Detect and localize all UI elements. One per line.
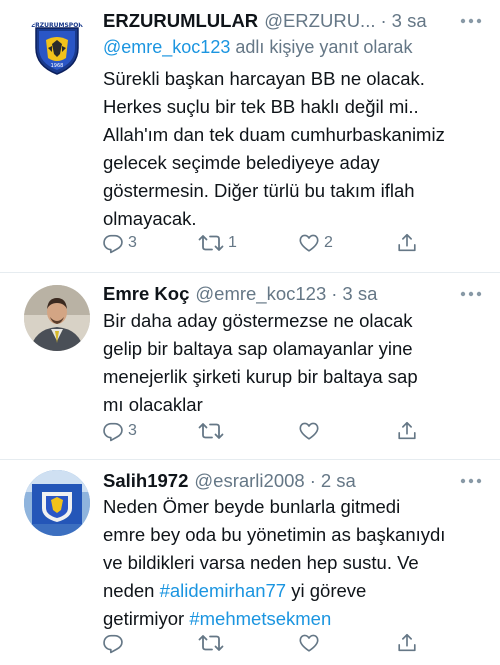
- tweet-line: olmayacak.: [103, 208, 197, 229]
- like-icon: [298, 632, 320, 654]
- retweet-icon: [198, 632, 224, 654]
- like-icon: [298, 232, 320, 254]
- share-icon: [396, 420, 418, 442]
- tweet-header: Emre Koç @emre_koc123 · 3 sa: [103, 281, 488, 307]
- like-icon: [298, 420, 320, 442]
- share-button[interactable]: [396, 631, 418, 655]
- more-icon[interactable]: [454, 281, 488, 307]
- profile-photo: [24, 470, 90, 536]
- user-handle[interactable]: @emre_koc123: [195, 283, 326, 305]
- like-button[interactable]: [298, 419, 324, 443]
- like-button[interactable]: 2: [298, 231, 333, 255]
- tweet-text-part: neden: [103, 580, 160, 601]
- tweet-text: Bir daha aday göstermezse ne olacak geli…: [103, 307, 493, 419]
- reply-button[interactable]: 3: [102, 231, 137, 255]
- tweet-line: Neden Ömer beyde bunlarla gitmedi: [103, 496, 401, 517]
- replying-to: @emre_koc123 adlı kişiye yanıt olarak: [103, 37, 412, 58]
- logo-text: ERZURUMSPOR: [31, 22, 83, 29]
- tweet-text-part: yi göreve: [286, 580, 367, 601]
- separator-dot: ·: [309, 470, 316, 491]
- avatar[interactable]: [24, 285, 90, 351]
- erzurumspor-logo: ERZURUMSPOR 1968: [24, 14, 90, 80]
- tweet-text: Neden Ömer beyde bunlarla gitmedi emre b…: [103, 493, 493, 633]
- retweet-icon: [198, 420, 224, 442]
- reply-mention-link[interactable]: @emre_koc123: [103, 37, 230, 57]
- tweet-actions: 3 1 2: [102, 231, 432, 255]
- tweet-salih1972[interactable]: Salih1972 @esrarli2008 · 2 sa Neden Ömer…: [0, 460, 500, 665]
- share-icon: [396, 632, 418, 654]
- retweet-button[interactable]: 1: [198, 231, 237, 255]
- tweet-header: ERZURUMLULAR @ERZURU... · 3 sa: [103, 8, 488, 34]
- share-button[interactable]: [396, 419, 418, 443]
- tweet-erzurumlular[interactable]: ERZURUMSPOR 1968 ERZURUMLULAR @ERZURU...…: [0, 0, 500, 272]
- tweet-line: göstermesin. Diğer türlü bu takım iflah: [103, 180, 415, 201]
- like-button[interactable]: [298, 631, 324, 655]
- retweet-button[interactable]: [198, 419, 228, 443]
- tweet-line: gelecek seçimde belediyeye aday: [103, 152, 380, 173]
- tweet-actions: [102, 631, 432, 655]
- more-icon[interactable]: [454, 468, 488, 494]
- profile-photo: [24, 285, 90, 351]
- reply-count: 3: [128, 422, 137, 439]
- user-handle[interactable]: @ERZURU...: [264, 10, 375, 32]
- display-name[interactable]: Salih1972: [103, 470, 188, 492]
- display-name[interactable]: ERZURUMLULAR: [103, 10, 258, 32]
- share-button[interactable]: [396, 231, 418, 255]
- user-handle[interactable]: @esrarli2008: [194, 470, 304, 492]
- retweet-icon: [198, 232, 224, 254]
- reply-icon: [102, 632, 124, 654]
- reply-icon: [102, 420, 124, 442]
- retweet-count: 1: [228, 234, 237, 251]
- separator-dot: ·: [380, 10, 387, 31]
- tweet-text-part: getirmiyor: [103, 608, 190, 629]
- avatar[interactable]: ERZURUMSPOR 1968: [24, 14, 90, 80]
- reply-button[interactable]: [102, 631, 128, 655]
- reply-icon: [102, 232, 124, 254]
- timestamp[interactable]: 3 sa: [342, 283, 377, 305]
- tweet-line: mı olacaklar: [103, 394, 203, 415]
- tweet-actions: 3: [102, 419, 432, 443]
- tweet-line: emre bey oda bu yönetimin as başkanıydı: [103, 524, 446, 545]
- reply-count: 3: [128, 234, 137, 251]
- avatar[interactable]: [24, 470, 90, 536]
- timestamp[interactable]: 3 sa: [392, 10, 427, 32]
- tweet-header: Salih1972 @esrarli2008 · 2 sa: [103, 468, 488, 494]
- tweet-line: neden #alidemirhan77 yi göreve: [103, 577, 493, 605]
- more-icon[interactable]: [454, 8, 488, 34]
- tweet-emre-koc[interactable]: Emre Koç @emre_koc123 · 3 sa Bir daha ad…: [0, 273, 500, 459]
- separator-dot: ·: [331, 283, 338, 304]
- display-name[interactable]: Emre Koç: [103, 283, 189, 305]
- tweet-line: getirmiyor #mehmetsekmen: [103, 605, 493, 633]
- retweet-button[interactable]: [198, 631, 228, 655]
- share-icon: [396, 232, 418, 254]
- tweet-line: Sürekli başkan harcayan BB ne olacak.: [103, 68, 425, 89]
- tweet-line: menejerlik şirketi kurup bir baltaya sap: [103, 366, 418, 387]
- tweet-line: Bir daha aday göstermezse ne olacak: [103, 310, 413, 331]
- tweet-line: gelip bir baltaya sap olamayanlar yine: [103, 338, 413, 359]
- hashtag-link[interactable]: #mehmetsekmen: [189, 608, 331, 629]
- tweet-line: Allah'ım dan tek duam cumhurbaskanimiz: [103, 124, 445, 145]
- logo-year: 1968: [51, 63, 64, 69]
- reply-to-label: adlı kişiye yanıt olarak: [235, 37, 413, 57]
- reply-button[interactable]: 3: [102, 419, 137, 443]
- timestamp[interactable]: 2 sa: [321, 470, 356, 492]
- hashtag-link[interactable]: #alidemirhan77: [160, 580, 287, 601]
- like-count: 2: [324, 234, 333, 251]
- tweet-line: Herkes suçlu bir tek BB haklı değil mi..: [103, 96, 419, 117]
- tweet-line: ve bildikleri varsa neden hep sustu. Ve: [103, 552, 419, 573]
- tweet-text: Sürekli başkan harcayan BB ne olacak. He…: [103, 65, 493, 233]
